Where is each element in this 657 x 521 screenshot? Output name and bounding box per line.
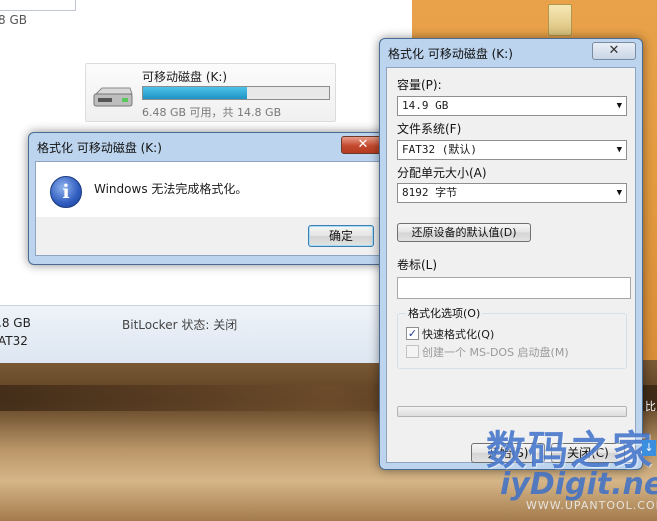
details-pane: .8 GB AT32 BitLocker 状态: 关闭 — [0, 305, 412, 363]
chevron-down-icon: ▼ — [616, 145, 622, 155]
folder-icon[interactable] — [548, 4, 572, 36]
format-options-group: 格式化选项(O) ✓ 快速格式化(Q) 创建一个 MS-DOS 启动盘(M) — [397, 305, 627, 369]
watermark-site: iyDigit.net — [500, 467, 657, 502]
ok-button[interactable]: 确定 — [308, 225, 374, 247]
removable-drive-icon — [93, 87, 133, 107]
removable-drive-tile[interactable]: 可移动磁盘 (K:) 6.48 GB 可用，共 14.8 GB — [85, 63, 336, 122]
drive-size-text: 8 GB — [0, 13, 27, 27]
details-size: .8 GB — [0, 316, 31, 330]
format-error-dialog: 格式化 可移动磁盘 (K:) ✕ i Windows 无法完成格式化。 确定 — [28, 132, 392, 265]
format-options-label: 格式化选项(O) — [406, 305, 483, 321]
volume-label-input[interactable] — [397, 277, 631, 299]
msdos-label[interactable]: 创建一个 MS-DOS 启动盘(M) — [422, 344, 569, 360]
chevron-down-icon: ▼ — [616, 101, 622, 111]
watermark-url: WWW.UPANTOOL.COM — [526, 499, 657, 512]
capacity-label: 容量(P): — [397, 78, 442, 92]
filesystem-value: FAT32 (默认) — [402, 143, 477, 156]
allocation-value: 8192 字节 — [402, 186, 458, 199]
filesystem-select[interactable]: FAT32 (默认) ▼ — [397, 140, 627, 160]
msdos-checkbox[interactable] — [406, 345, 419, 358]
dialog-message-area: i Windows 无法完成格式化。 — [35, 161, 385, 219]
dialog-footer: 确定 — [35, 217, 385, 256]
dialog-title: 格式化 可移动磁盘 (K:) — [37, 141, 162, 155]
format-progress-bar — [397, 406, 627, 417]
download-arrow-icon[interactable]: ↓ — [642, 440, 656, 456]
volume-label-label: 卷标(L) — [397, 258, 438, 272]
restore-defaults-button[interactable]: 还原设备的默认值(D) — [397, 223, 531, 242]
allocation-label: 分配单元大小(A) — [397, 166, 487, 180]
allocation-select[interactable]: 8192 字节 ▼ — [397, 183, 627, 203]
dialog-title: 格式化 可移动磁盘 (K:) — [388, 47, 513, 61]
dialog-message: Windows 无法完成格式化。 — [94, 182, 248, 196]
drive-name: 可移动磁盘 (K:) — [142, 70, 228, 84]
chevron-down-icon: ▼ — [616, 188, 622, 198]
close-icon[interactable]: ✕ — [592, 42, 636, 60]
details-filesystem: AT32 — [0, 334, 28, 348]
drive-usage-text: 6.48 GB 可用，共 14.8 GB — [142, 106, 282, 119]
filesystem-label: 文件系统(F) — [397, 122, 462, 136]
capacity-select[interactable]: 14.9 GB ▼ — [397, 96, 627, 116]
format-dialog-body: 容量(P): 14.9 GB ▼ 文件系统(F) FAT32 (默认) ▼ 分配… — [386, 67, 636, 463]
capacity-value: 14.9 GB — [402, 99, 449, 112]
quick-format-label[interactable]: 快速格式化(Q) — [422, 326, 494, 342]
desktop-side-text: 比 — [645, 400, 656, 413]
info-icon: i — [50, 176, 82, 208]
drive-tile-top[interactable] — [0, 0, 76, 11]
details-bitlocker: BitLocker 状态: 关闭 — [122, 318, 238, 332]
drive-usage-bar-fill — [143, 87, 248, 99]
drive-usage-bar — [142, 86, 330, 100]
quick-format-checkbox[interactable]: ✓ — [406, 327, 419, 340]
format-dialog: 格式化 可移动磁盘 (K:) ✕ 容量(P): 14.9 GB ▼ 文件系统(F… — [379, 38, 643, 470]
